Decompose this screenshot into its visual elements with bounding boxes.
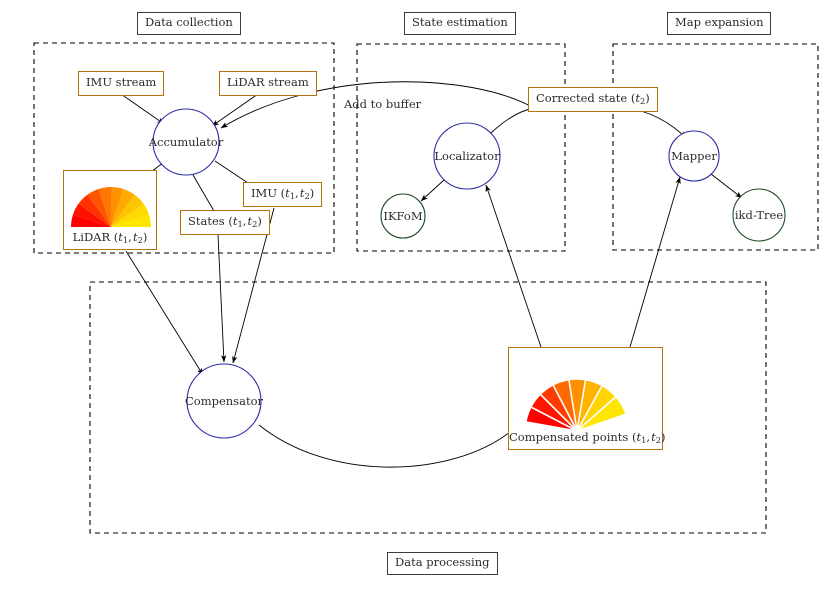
- node-mapper-label: Mapper: [671, 149, 717, 163]
- node-ikfom-label: IKFoM: [383, 209, 422, 223]
- fan-card-compensated-points[interactable]: Compensated points (t1, t2): [508, 347, 666, 450]
- io-box-imu-window[interactable]: IMU (t1, t2): [243, 182, 323, 208]
- node-ikd-tree-label: ikd-Tree: [735, 208, 783, 222]
- io-box-corrected-state-text: Corrected state (t2): [536, 91, 650, 106]
- node-accumulator-label: Accumulator: [148, 135, 224, 149]
- io-box-states-window[interactable]: States (t1, t2): [180, 210, 270, 236]
- edge-lidar-stream-to-accumulator: [211, 93, 259, 127]
- node-ikd-tree[interactable]: ikd-Tree: [732, 188, 786, 242]
- edge-compensated-points-to-localizator: [485, 184, 542, 348]
- io-box-states-window-text: States (t1, t2): [188, 214, 262, 229]
- io-box-imu-window-text: IMU (t1, t2): [251, 186, 315, 201]
- edge-imu-stream-to-accumulator: [120, 93, 165, 125]
- data-nodes: IKFoM ikd-Tree: [380, 188, 786, 242]
- io-box-lidar-stream[interactable]: LiDAR stream: [219, 71, 317, 96]
- edge-label-add-to-buffer: Add to buffer: [344, 97, 422, 111]
- edge-compensated-points-to-mapper: [629, 176, 681, 348]
- group-title-map-expansion: Map expansion: [667, 12, 772, 35]
- node-compensator[interactable]: Compensator: [185, 363, 264, 439]
- node-mapper[interactable]: Mapper: [668, 130, 720, 182]
- io-box-corrected-state[interactable]: Corrected state (t2): [528, 87, 658, 113]
- group-title-state-estimation: State estimation: [404, 12, 516, 35]
- node-accumulator[interactable]: Accumulator: [148, 108, 224, 176]
- node-localizator-label: Localizator: [434, 149, 500, 163]
- edge-states-to-compensator: [217, 234, 227, 363]
- node-ikfom[interactable]: IKFoM: [380, 193, 426, 239]
- group-title-data-collection: Data collection: [137, 12, 241, 35]
- edge-lidar-points-to-compensator: [125, 250, 204, 376]
- fan-card-compensated-points-caption: Compensated points (t1, t2): [509, 429, 666, 445]
- fan-card-lidar-points-caption: LiDAR (t1, t2): [72, 229, 148, 245]
- edge-accumulator-to-states: [192, 174, 215, 212]
- edge-localizator-ikfom: [420, 173, 451, 202]
- fan-card-lidar-points[interactable]: LiDAR (t1, t2): [63, 170, 157, 250]
- diagram-canvas: Accumulator Localizator Mapper Compensat…: [0, 0, 837, 592]
- node-compensator-label: Compensator: [185, 394, 264, 408]
- edge-mapper-ikd-tree: [703, 167, 743, 199]
- io-box-imu-stream[interactable]: IMU stream: [78, 71, 165, 96]
- group-title-data-processing: Data processing: [387, 552, 498, 575]
- edge-compensator-to-compensated-points: [258, 424, 511, 468]
- node-localizator[interactable]: Localizator: [433, 122, 501, 190]
- edge-corrected-state-to-mapper: [640, 110, 687, 139]
- edge-accumulator-to-imu: [214, 160, 249, 184]
